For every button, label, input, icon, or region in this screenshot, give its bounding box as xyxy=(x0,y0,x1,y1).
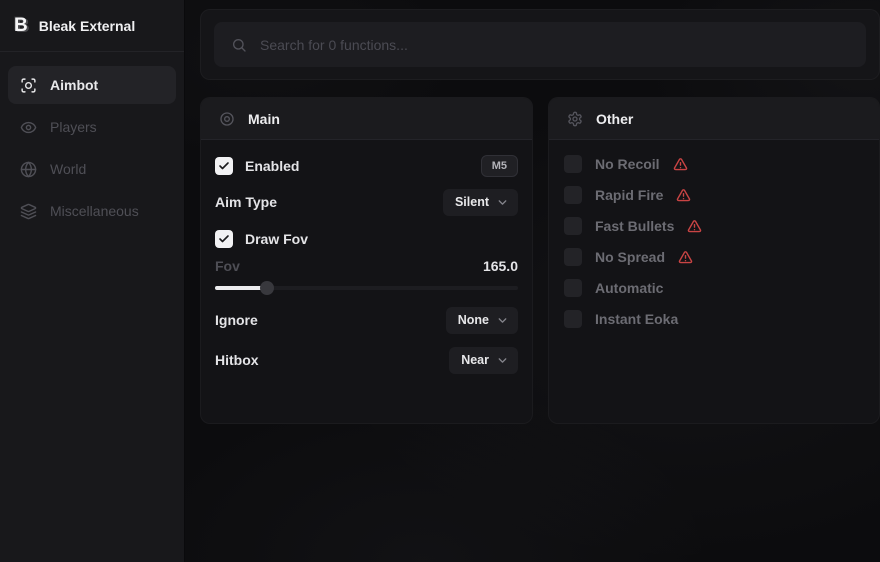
hitbox-dropdown[interactable]: Near xyxy=(449,347,518,374)
layers-icon xyxy=(20,203,37,220)
search-input[interactable] xyxy=(260,37,849,53)
hitbox-row: Hitbox Near xyxy=(215,346,518,374)
warning-icon xyxy=(676,188,691,203)
fov-slider-fill xyxy=(215,286,267,290)
aim-type-dropdown[interactable]: Silent xyxy=(443,189,518,216)
automatic-label: Automatic xyxy=(595,280,663,296)
warning-icon xyxy=(687,219,702,234)
fov-label: Fov xyxy=(215,258,240,274)
fast-bullets-checkbox[interactable] xyxy=(564,217,582,235)
ignore-label: Ignore xyxy=(215,312,258,328)
other-panel: Other No Recoil Rapid Fire Fast Bullets xyxy=(548,97,880,424)
sidebar-item-label: Miscellaneous xyxy=(50,203,139,219)
automatic-checkbox[interactable] xyxy=(564,279,582,297)
other-panel-header: Other xyxy=(549,98,879,140)
main-panel-body: Enabled M5 Aim Type Silent Draw Fov Fov … xyxy=(201,140,532,386)
draw-fov-checkbox[interactable] xyxy=(215,230,233,248)
ignore-dropdown[interactable]: None xyxy=(446,307,518,334)
other-panel-body: No Recoil Rapid Fire Fast Bullets No Spr… xyxy=(549,140,879,353)
ignore-value: None xyxy=(458,313,489,327)
enabled-label: Enabled xyxy=(245,158,299,174)
target-icon xyxy=(219,111,235,127)
warning-icon xyxy=(678,250,693,265)
aim-type-value: Silent xyxy=(455,195,489,209)
sidebar: B Bleak External Aimbot Players xyxy=(0,0,185,562)
sidebar-item-label: World xyxy=(50,161,86,177)
no-recoil-checkbox[interactable] xyxy=(564,155,582,173)
instant-eoka-row: Instant Eoka xyxy=(563,310,865,328)
eye-icon xyxy=(20,119,37,136)
fov-slider-thumb[interactable] xyxy=(260,281,274,295)
draw-fov-row: Draw Fov xyxy=(215,225,518,253)
sidebar-nav: Aimbot Players World xyxy=(0,52,184,244)
sidebar-item-label: Aimbot xyxy=(50,77,98,93)
check-icon xyxy=(218,233,230,245)
main-panel-header: Main xyxy=(201,98,532,140)
app-logo-icon: B xyxy=(14,16,28,35)
sidebar-item-world[interactable]: World xyxy=(8,150,176,188)
gear-icon xyxy=(567,111,583,127)
sidebar-item-miscellaneous[interactable]: Miscellaneous xyxy=(8,192,176,230)
no-spread-checkbox[interactable] xyxy=(564,248,582,266)
aim-type-row: Aim Type Silent xyxy=(215,188,518,216)
fast-bullets-row: Fast Bullets xyxy=(563,217,865,235)
rapid-fire-checkbox[interactable] xyxy=(564,186,582,204)
ignore-row: Ignore None xyxy=(215,306,518,334)
globe-icon xyxy=(20,161,37,178)
search-panel xyxy=(200,9,880,80)
no-spread-label: No Spread xyxy=(595,249,665,265)
enabled-checkbox[interactable] xyxy=(215,157,233,175)
instant-eoka-checkbox[interactable] xyxy=(564,310,582,328)
sidebar-item-players[interactable]: Players xyxy=(8,108,176,146)
chevron-down-icon xyxy=(496,354,509,367)
fov-value: 165.0 xyxy=(483,258,518,274)
keybind-badge[interactable]: M5 xyxy=(481,155,518,177)
no-spread-row: No Spread xyxy=(563,248,865,266)
sidebar-item-label: Players xyxy=(50,119,97,135)
fast-bullets-label: Fast Bullets xyxy=(595,218,674,234)
warning-icon xyxy=(673,157,688,172)
search-icon xyxy=(231,37,247,53)
draw-fov-label: Draw Fov xyxy=(245,231,308,247)
chevron-down-icon xyxy=(496,314,509,327)
hitbox-value: Near xyxy=(461,353,489,367)
fov-row: Fov 165.0 xyxy=(215,255,518,277)
no-recoil-label: No Recoil xyxy=(595,156,660,172)
hitbox-label: Hitbox xyxy=(215,352,259,368)
main-panel-title: Main xyxy=(248,111,280,127)
no-recoil-row: No Recoil xyxy=(563,155,865,173)
fov-slider[interactable] xyxy=(215,281,518,295)
chevron-down-icon xyxy=(496,196,509,209)
crosshair-focus-icon xyxy=(20,77,37,94)
sidebar-header: B Bleak External xyxy=(0,0,184,52)
sidebar-item-aimbot[interactable]: Aimbot xyxy=(8,66,176,104)
rapid-fire-row: Rapid Fire xyxy=(563,186,865,204)
main-panel: Main Enabled M5 Aim Type Silent xyxy=(200,97,533,424)
other-panel-title: Other xyxy=(596,111,633,127)
rapid-fire-label: Rapid Fire xyxy=(595,187,663,203)
app-title: Bleak External xyxy=(39,18,136,34)
check-icon xyxy=(218,160,230,172)
aim-type-label: Aim Type xyxy=(215,194,277,210)
instant-eoka-label: Instant Eoka xyxy=(595,311,678,327)
enabled-row: Enabled M5 xyxy=(215,152,518,180)
automatic-row: Automatic xyxy=(563,279,865,297)
search-box[interactable] xyxy=(214,22,866,67)
